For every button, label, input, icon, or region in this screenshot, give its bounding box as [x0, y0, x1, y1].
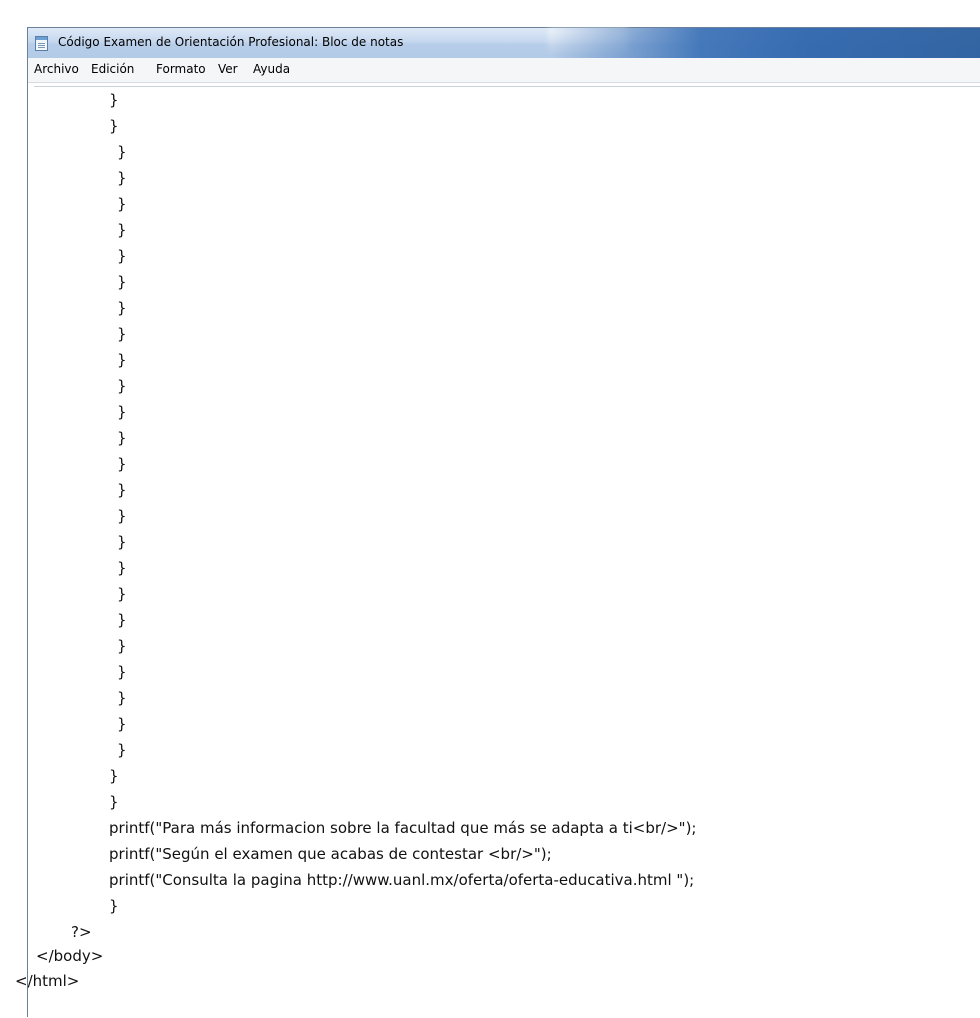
editor-top-border: [34, 86, 980, 87]
code-line: }: [117, 481, 127, 499]
code-line: }: [109, 91, 119, 109]
title-bar-gradient: [550, 28, 980, 58]
code-line: }: [117, 221, 127, 239]
code-line: }: [117, 195, 127, 213]
window-title: Código Examen de Orientación Profesional…: [58, 35, 404, 49]
menu-ver[interactable]: Ver: [218, 62, 238, 76]
code-line: }: [117, 637, 127, 655]
code-line: ?>: [71, 923, 92, 941]
code-line: }: [117, 611, 127, 629]
code-line: }: [117, 663, 127, 681]
code-line: }: [117, 455, 127, 473]
code-line: }: [117, 507, 127, 525]
code-line: }: [109, 117, 119, 135]
code-line: }: [117, 585, 127, 603]
code-line: }: [117, 741, 127, 759]
notepad-window: Código Examen de Orientación Profesional…: [15, 27, 980, 1018]
code-line: }: [117, 715, 127, 733]
menu-ayuda[interactable]: Ayuda: [253, 62, 290, 76]
text-editor-area[interactable]: } } } } } } } } } } } } } } } } } } } } …: [15, 86, 980, 1018]
code-line: </body>: [36, 947, 104, 965]
code-line: }: [117, 377, 127, 395]
code-line: }: [117, 351, 127, 369]
menu-formato[interactable]: Formato: [156, 62, 206, 76]
code-line: }: [117, 533, 127, 551]
code-line: }: [117, 143, 127, 161]
code-line: }: [117, 299, 127, 317]
code-line: }: [117, 559, 127, 577]
code-line: printf("Según el examen que acabas de co…: [109, 845, 552, 863]
code-line: }: [117, 247, 127, 265]
code-line: }: [109, 767, 119, 785]
menu-archivo[interactable]: Archivo: [34, 62, 79, 76]
code-line: printf("Consulta la pagina http://www.ua…: [109, 871, 695, 889]
code-line: }: [109, 793, 119, 811]
code-line: </html>: [15, 972, 80, 990]
code-line: }: [117, 325, 127, 343]
code-line: }: [117, 273, 127, 291]
menu-bar: Archivo Edición Formato Ver Ayuda: [28, 58, 980, 83]
code-line: printf("Para más informacion sobre la fa…: [109, 819, 697, 837]
title-bar[interactable]: Código Examen de Orientación Profesional…: [28, 28, 980, 58]
code-line: }: [117, 403, 127, 421]
code-line: }: [117, 689, 127, 707]
notepad-icon[interactable]: [35, 36, 48, 51]
code-line: }: [117, 169, 127, 187]
code-line: }: [109, 897, 119, 915]
menu-edicion[interactable]: Edición: [91, 62, 134, 76]
code-line: }: [117, 429, 127, 447]
